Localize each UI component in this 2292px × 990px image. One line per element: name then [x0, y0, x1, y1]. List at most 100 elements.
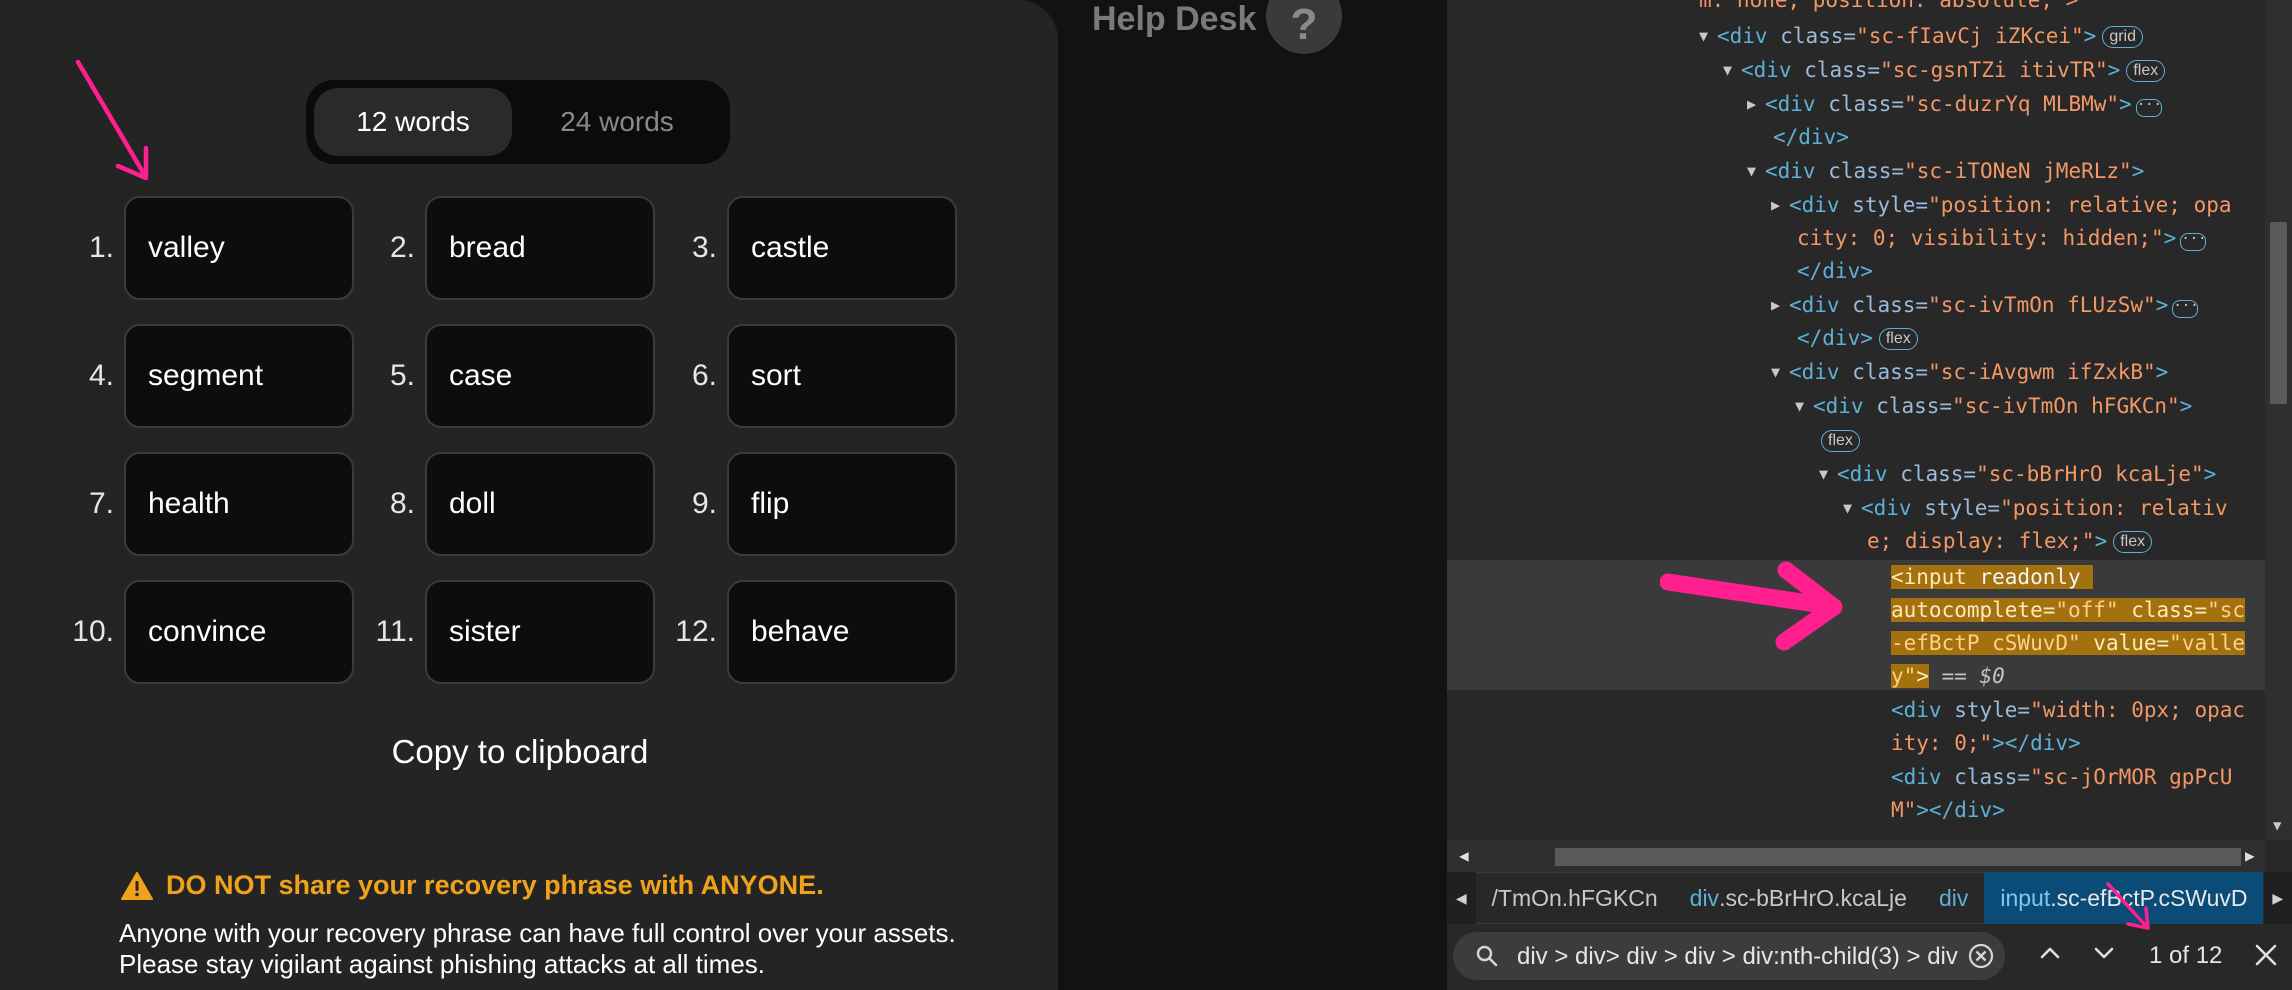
word-input[interactable]: castle	[727, 196, 957, 300]
dom-line: </div> flex	[1797, 322, 1918, 355]
word-index: 9.	[691, 487, 717, 520]
word-input[interactable]: convince	[124, 580, 354, 684]
dom-node[interactable]: ▶ <div class="sc-ivTmOn fLUzSw"> ···	[1771, 289, 2199, 322]
ellipsis-icon: ···	[2172, 299, 2199, 318]
ellipsis-icon: ···	[2135, 98, 2162, 117]
word-input[interactable]: segment	[124, 324, 354, 428]
word-slot-11: 11. sister	[376, 580, 655, 684]
breadcrumb-item[interactable]: div .sc-bBrHrO.kcaLje	[1674, 872, 1923, 924]
word-slot-4: 4. segment	[89, 324, 354, 428]
dom-line: </div>	[1773, 125, 1849, 149]
scroll-right-icon[interactable]: ▶	[2245, 846, 2255, 865]
dom-node[interactable]: ▼ <div class="sc-fIavCj iZKcei"> grid	[1699, 20, 2144, 53]
clear-circle-icon[interactable]	[1967, 942, 1995, 970]
breadcrumb-right-icon[interactable]: ▶	[2263, 872, 2292, 924]
chevron-up-icon[interactable]	[2035, 938, 2065, 968]
word-count-toggle: 12 words 24 words	[306, 80, 730, 164]
warning-title: DO NOT share your recovery phrase with A…	[166, 870, 824, 900]
help-desk-link[interactable]: Help Desk	[1092, 0, 1256, 39]
close-icon[interactable]	[2253, 942, 2279, 968]
selected-node-line[interactable]: <input readonly	[1891, 561, 2094, 594]
selected-node-line[interactable]: -efBctP cSWuvD" value="valle	[1891, 627, 2246, 660]
word-slot-6: 6. sort	[692, 324, 957, 428]
dom-node[interactable]: ▼ <div class="sc-gsnTZi itivTR"> flex	[1723, 54, 2166, 87]
word-input[interactable]: health	[124, 452, 354, 556]
dom-node[interactable]: ▶ <div class="sc-duzrYq MLBMw"> ···	[1747, 88, 2162, 121]
chevron-down-icon[interactable]	[2089, 938, 2119, 968]
scroll-down-icon[interactable]: ▼	[2273, 818, 2281, 834]
match-count: 1 of 12	[2149, 942, 2223, 969]
search-query: div > div> div > div > div:nth-child(3) …	[1517, 943, 1958, 970]
dom-breadcrumbs: ◀ /TmOn.hFGKCn div .sc-bBrHrO.kcaLje div …	[1447, 872, 2292, 924]
devtools-search-bar: div > div> div > div > div:nth-child(3) …	[1447, 924, 2292, 990]
word-input[interactable]: sort	[727, 324, 957, 428]
breadcrumb-left-icon[interactable]: ◀	[1447, 872, 1476, 924]
tab-24-words[interactable]: 24 words	[512, 88, 722, 156]
word-slot-5: 5. case	[390, 324, 655, 428]
dom-node[interactable]: ▼ <div class="sc-ivTmOn hFGKCn">	[1795, 390, 2192, 423]
dom-node[interactable]: ▼ <div style="position: relativ	[1843, 492, 2228, 525]
word-index: 8.	[389, 487, 415, 520]
word-index: 4.	[88, 359, 114, 392]
ellipsis-icon: ···	[2180, 232, 2207, 251]
scrollbar-thumb[interactable]	[2270, 222, 2287, 404]
word-input[interactable]: sister	[425, 580, 655, 684]
word-index: 11.	[375, 615, 415, 648]
warning-text: Anyone with your recovery phrase can hav…	[119, 918, 956, 979]
breadcrumb-item-active[interactable]: input .sc-efBctP.cSWuvD	[1984, 872, 2264, 924]
word-input[interactable]: doll	[425, 452, 655, 556]
dom-node[interactable]: ▼ <div class="sc-bBrHrO kcaLje">	[1819, 458, 2216, 491]
grid-badge: grid	[2102, 26, 2144, 48]
collapse-triangle-icon: ▶	[1771, 296, 1781, 314]
dom-node[interactable]: ▼ <div class="sc-iTONeN jMeRLz">	[1747, 155, 2144, 188]
elements-vertical-scrollbar[interactable]: ▼	[2265, 0, 2292, 840]
word-slot-10: 10. convince	[72, 580, 354, 684]
selected-node-line[interactable]: y"> == $0	[1891, 660, 2005, 693]
word-index: 7.	[88, 487, 114, 520]
flex-badge: flex	[1821, 430, 1860, 452]
word-input[interactable]: behave	[727, 580, 957, 684]
expand-triangle-icon: ▼	[1723, 61, 1733, 79]
warning-triangle-icon	[121, 871, 153, 900]
elements-tree: m: none; position: absolute; > ▼ <div cla…	[1447, 0, 2265, 840]
dom-node[interactable]: ▼ <div class="sc-iAvgwm ifZxkB">	[1771, 356, 2168, 389]
collapse-triangle-icon: ▶	[1771, 196, 1781, 214]
word-index: 10.	[72, 615, 114, 648]
word-input[interactable]: valley	[124, 196, 354, 300]
word-index: 5.	[389, 359, 415, 392]
dom-node[interactable]: ▶ <div style="position: relative; opa	[1771, 189, 2232, 222]
copy-to-clipboard-button[interactable]: Copy to clipboard	[330, 722, 710, 782]
dom-line: </div>	[1797, 259, 1873, 283]
collapse-triangle-icon: ▶	[1747, 95, 1757, 113]
word-input[interactable]: flip	[727, 452, 957, 556]
search-icon	[1476, 945, 1498, 967]
word-input[interactable]: case	[425, 324, 655, 428]
tab-12-words[interactable]: 12 words	[314, 88, 512, 156]
word-index: 12.	[675, 615, 717, 648]
word-slot-2: 2. bread	[390, 196, 655, 300]
flex-badge: flex	[1878, 328, 1918, 350]
word-input[interactable]: bread	[425, 196, 655, 300]
help-icon[interactable]: ?	[1266, 0, 1342, 54]
dom-node[interactable]: <div style="width: 0px; opac	[1891, 694, 2245, 727]
elements-horizontal-scrollbar[interactable]: ◀ ▶	[1447, 840, 2265, 872]
word-index: 1.	[88, 231, 114, 264]
search-input[interactable]: div > div> div > div > div:nth-child(3) …	[1453, 932, 2005, 980]
scroll-left-icon[interactable]: ◀	[1459, 846, 1469, 865]
dom-node[interactable]: <div class="sc-jOrMOR gpPcU	[1891, 761, 2232, 794]
word-slot-1: 1. valley	[89, 196, 354, 300]
breadcrumb-item[interactable]: /TmOn.hFGKCn	[1476, 872, 1674, 924]
expand-triangle-icon: ▼	[1795, 397, 1805, 415]
selected-node-line[interactable]: autocomplete="off" class="sc	[1891, 594, 2246, 627]
dom-line: city: 0; visibility: hidden;"> ···	[1797, 226, 2207, 251]
word-slot-9: 9. flip	[692, 452, 957, 556]
word-slot-7: 7. health	[89, 452, 354, 556]
breadcrumb-item[interactable]: div	[1923, 872, 1984, 924]
recovery-phrase-panel: 12 words 24 words 1. valley 2. bread 3. …	[0, 0, 1058, 990]
word-slot-12: 12. behave	[675, 580, 957, 684]
expand-triangle-icon: ▼	[1771, 363, 1781, 381]
dom-line: ity: 0;"></div>	[1891, 731, 2081, 755]
devtools-panel: m: none; position: absolute; > ▼ <div cla…	[1447, 0, 2292, 990]
scrollbar-thumb[interactable]	[1555, 848, 2241, 866]
flex-badge: flex	[2126, 60, 2166, 82]
